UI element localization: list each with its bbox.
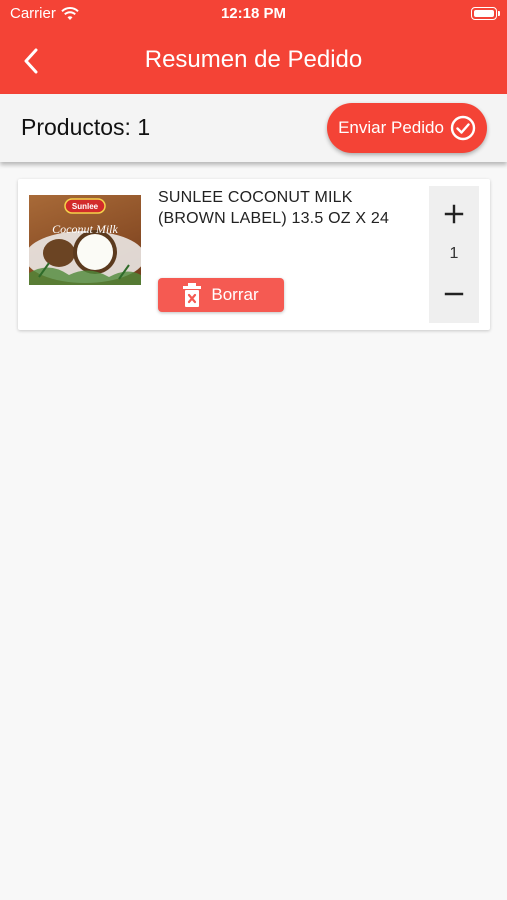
product-image-text: Coconut Milk [52,222,118,236]
status-bar: Carrier 12:18 PM [0,0,507,28]
send-order-button[interactable]: Enviar Pedido [327,103,487,153]
increase-quantity-button[interactable] [429,194,479,234]
check-circle-icon [450,115,476,141]
plus-icon [444,204,464,224]
product-name: SUNLEE COCONUT MILK (BROWN LABEL) 13.5 O… [158,189,390,227]
cart-item-card: Sunlee Coconut Milk SUNLEE COCONUT MILK … [18,179,490,330]
delete-item-label: Borrar [211,285,259,304]
app-bar: Resumen de Pedido [0,28,507,94]
decrease-quantity-button[interactable] [429,274,479,314]
page-title: Resumen de Pedido [144,46,363,73]
products-count: Productos: 1 [21,114,151,140]
coconut-milk-can-art: Sunlee Coconut Milk [29,198,141,285]
trash-icon [183,283,202,307]
quantity-stepper: 1 [429,186,479,323]
delete-item-button[interactable]: Borrar [158,278,284,312]
minus-icon [444,292,464,296]
order-summary-bar: Productos: 1 Enviar Pedido [0,94,507,162]
product-image-brand: Sunlee [72,202,99,211]
status-time: 12:18 PM [220,5,287,22]
send-order-label: Enviar Pedido [338,118,444,137]
quantity-value: 1 [449,245,459,262]
product-image: Sunlee Coconut Milk [29,195,141,285]
battery-icon [471,7,500,20]
